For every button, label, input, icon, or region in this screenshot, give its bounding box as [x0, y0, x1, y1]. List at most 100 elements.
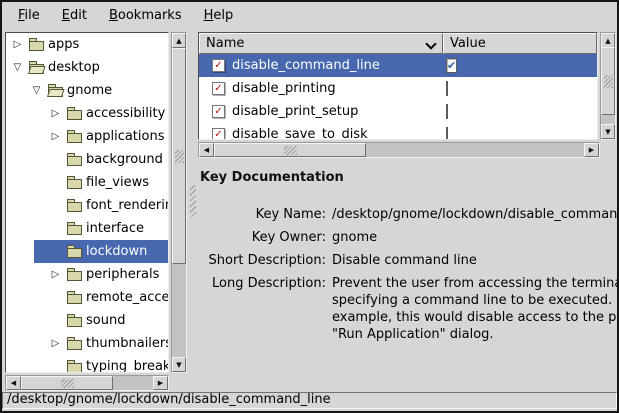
expander-collapsed-icon[interactable]: ▷: [48, 263, 63, 286]
menu-file[interactable]: File: [7, 5, 51, 26]
tree-item-applications[interactable]: ▷ applications: [6, 125, 168, 148]
menubar: File Edit Bookmarks Help: [2, 2, 617, 28]
pane-divider[interactable]: [188, 30, 198, 391]
key-document-check-icon: [212, 128, 225, 140]
expander-collapsed-icon[interactable]: ▷: [48, 102, 63, 125]
folder-open-icon: [29, 64, 44, 74]
tree-view: ▷ apps ▽ desktop ▽ gnome ▷ accessibility…: [5, 32, 169, 373]
expander-expanded-icon[interactable]: ▽: [10, 56, 25, 79]
folder-closed-icon: [67, 271, 82, 281]
key-name: disable_printing: [232, 81, 336, 96]
tree-item-label: remote_access: [86, 290, 169, 305]
key-document-check-icon: [212, 105, 225, 118]
key-row-disable-command-line-selected[interactable]: disable_command_line ✔: [199, 54, 597, 77]
pane-grip-icon[interactable]: [190, 185, 196, 217]
scroll-down-button[interactable]: ▼: [172, 357, 186, 372]
expander-collapsed-icon[interactable]: ▷: [48, 332, 63, 355]
folder-closed-icon: [67, 110, 82, 120]
tree-item-background[interactable]: background: [6, 148, 168, 171]
folder-closed-icon: [67, 133, 82, 143]
key-row-disable-printing[interactable]: disable_printing: [199, 77, 597, 100]
key-document-check-icon: [212, 82, 225, 95]
sort-chevron-down-icon: [426, 39, 436, 49]
table-header: Name Value: [199, 33, 597, 54]
tree-item-lockdown-selected[interactable]: lockdown: [6, 240, 168, 263]
gconf-editor-window: File Edit Bookmarks Help ▷ apps ▽ deskto…: [0, 0, 619, 413]
tree-item-interface[interactable]: interface: [6, 217, 168, 240]
arrow-left-icon: ◀: [11, 379, 16, 387]
value-checkbox-unchecked[interactable]: [446, 104, 448, 119]
tree-item-label: thumbnailers: [86, 336, 169, 351]
tree-item-desktop[interactable]: ▽ desktop: [6, 56, 168, 79]
folder-closed-icon: [67, 294, 82, 304]
column-label: Name: [206, 36, 244, 51]
key-documentation-heading: Key Documentation: [200, 170, 616, 185]
key-name: disable_save_to_disk: [232, 127, 368, 140]
scrollbar-thumb[interactable]: [214, 143, 366, 157]
key-name: disable_print_setup: [232, 104, 358, 119]
scrollbar-thumb[interactable]: [601, 47, 615, 115]
scroll-left-button[interactable]: ◀: [6, 376, 21, 390]
scrollbar-thumb[interactable]: [21, 376, 113, 390]
key-row-disable-save-to-disk[interactable]: disable_save_to_disk: [199, 123, 597, 140]
column-header-value[interactable]: Value: [443, 33, 597, 54]
field-value-key-name: /desktop/gnome/lockdown/disable_command_…: [332, 206, 619, 223]
tree-item-peripherals[interactable]: ▷ peripherals: [6, 263, 168, 286]
scroll-left-button[interactable]: ◀: [199, 143, 214, 157]
expander-expanded-icon[interactable]: ▽: [29, 79, 44, 102]
value-checkbox-unchecked[interactable]: [446, 81, 448, 96]
table-horizontal-scrollbar[interactable]: ◀ ▶: [198, 142, 600, 158]
tree-item-apps[interactable]: ▷ apps: [6, 33, 168, 56]
tree-horizontal-scrollbar[interactable]: ◀ ▶: [5, 375, 169, 391]
scroll-right-button[interactable]: ▶: [584, 143, 599, 157]
folder-open-icon: [48, 87, 63, 97]
tree-item-label: file_views: [86, 175, 149, 190]
tree-item-label: lockdown: [86, 244, 147, 259]
tree-item-accessibility[interactable]: ▷ accessibility: [6, 102, 168, 125]
scroll-up-button[interactable]: ▲: [601, 33, 615, 48]
scroll-up-button[interactable]: ▲: [172, 33, 186, 48]
value-checkbox-checked[interactable]: ✔: [446, 58, 457, 73]
arrow-right-icon: ▶: [158, 379, 163, 387]
field-label-short-description: Short Description:: [200, 252, 326, 269]
expander-collapsed-icon[interactable]: ▷: [48, 125, 63, 148]
tree-item-file-views[interactable]: file_views: [6, 171, 168, 194]
status-bar: /desktop/gnome/lockdown/disable_command_…: [2, 392, 617, 409]
field-value-short-description: Disable command line: [332, 252, 619, 269]
field-label-key-name: Key Name:: [200, 206, 326, 223]
menu-bookmarks[interactable]: Bookmarks: [98, 5, 193, 26]
tree-item-thumbnailers[interactable]: ▷ thumbnailers: [6, 332, 168, 355]
scroll-down-button[interactable]: ▼: [601, 124, 615, 139]
key-row-disable-print-setup[interactable]: disable_print_setup: [199, 100, 597, 123]
folder-closed-icon: [67, 363, 82, 373]
tree-item-label: gnome: [67, 83, 112, 98]
value-checkbox-unchecked[interactable]: [446, 127, 448, 140]
tree-item-typing-break[interactable]: typing_break: [6, 355, 168, 373]
scroll-right-button[interactable]: ▶: [153, 376, 168, 390]
status-path: /desktop/gnome/lockdown/disable_command_…: [7, 392, 331, 407]
tree-item-label: desktop: [48, 60, 100, 75]
tree-item-label: interface: [86, 221, 144, 236]
table-vertical-scrollbar[interactable]: ▲ ▼: [600, 32, 616, 140]
tree-item-sound[interactable]: sound: [6, 309, 168, 332]
tree-item-remote-access[interactable]: remote_access: [6, 286, 168, 309]
key-document-check-icon: [212, 59, 225, 72]
scrollbar-thumb[interactable]: [172, 48, 186, 264]
menu-help[interactable]: Help: [193, 5, 245, 26]
tree-item-label: background: [86, 152, 163, 167]
menu-edit[interactable]: Edit: [51, 5, 98, 26]
key-pane: Name Value disable_command_line ✔ disabl…: [198, 30, 617, 391]
key-name: disable_command_line: [232, 58, 380, 73]
arrow-up-icon: ▲: [605, 37, 610, 45]
tree-item-label: peripherals: [86, 267, 159, 282]
column-label: Value: [450, 36, 486, 51]
expander-collapsed-icon[interactable]: ▷: [10, 33, 25, 56]
tree-item-gnome[interactable]: ▽ gnome: [6, 79, 168, 102]
arrow-right-icon: ▶: [589, 146, 594, 154]
field-label-key-owner: Key Owner:: [200, 229, 326, 246]
tree-item-font-rendering[interactable]: font_rendering: [6, 194, 168, 217]
grip-icon: [175, 150, 184, 163]
field-value-long-description: Prevent the user from accessing the term…: [332, 275, 619, 343]
column-header-name[interactable]: Name: [199, 33, 443, 54]
tree-vertical-scrollbar[interactable]: ▲ ▼: [171, 32, 187, 373]
